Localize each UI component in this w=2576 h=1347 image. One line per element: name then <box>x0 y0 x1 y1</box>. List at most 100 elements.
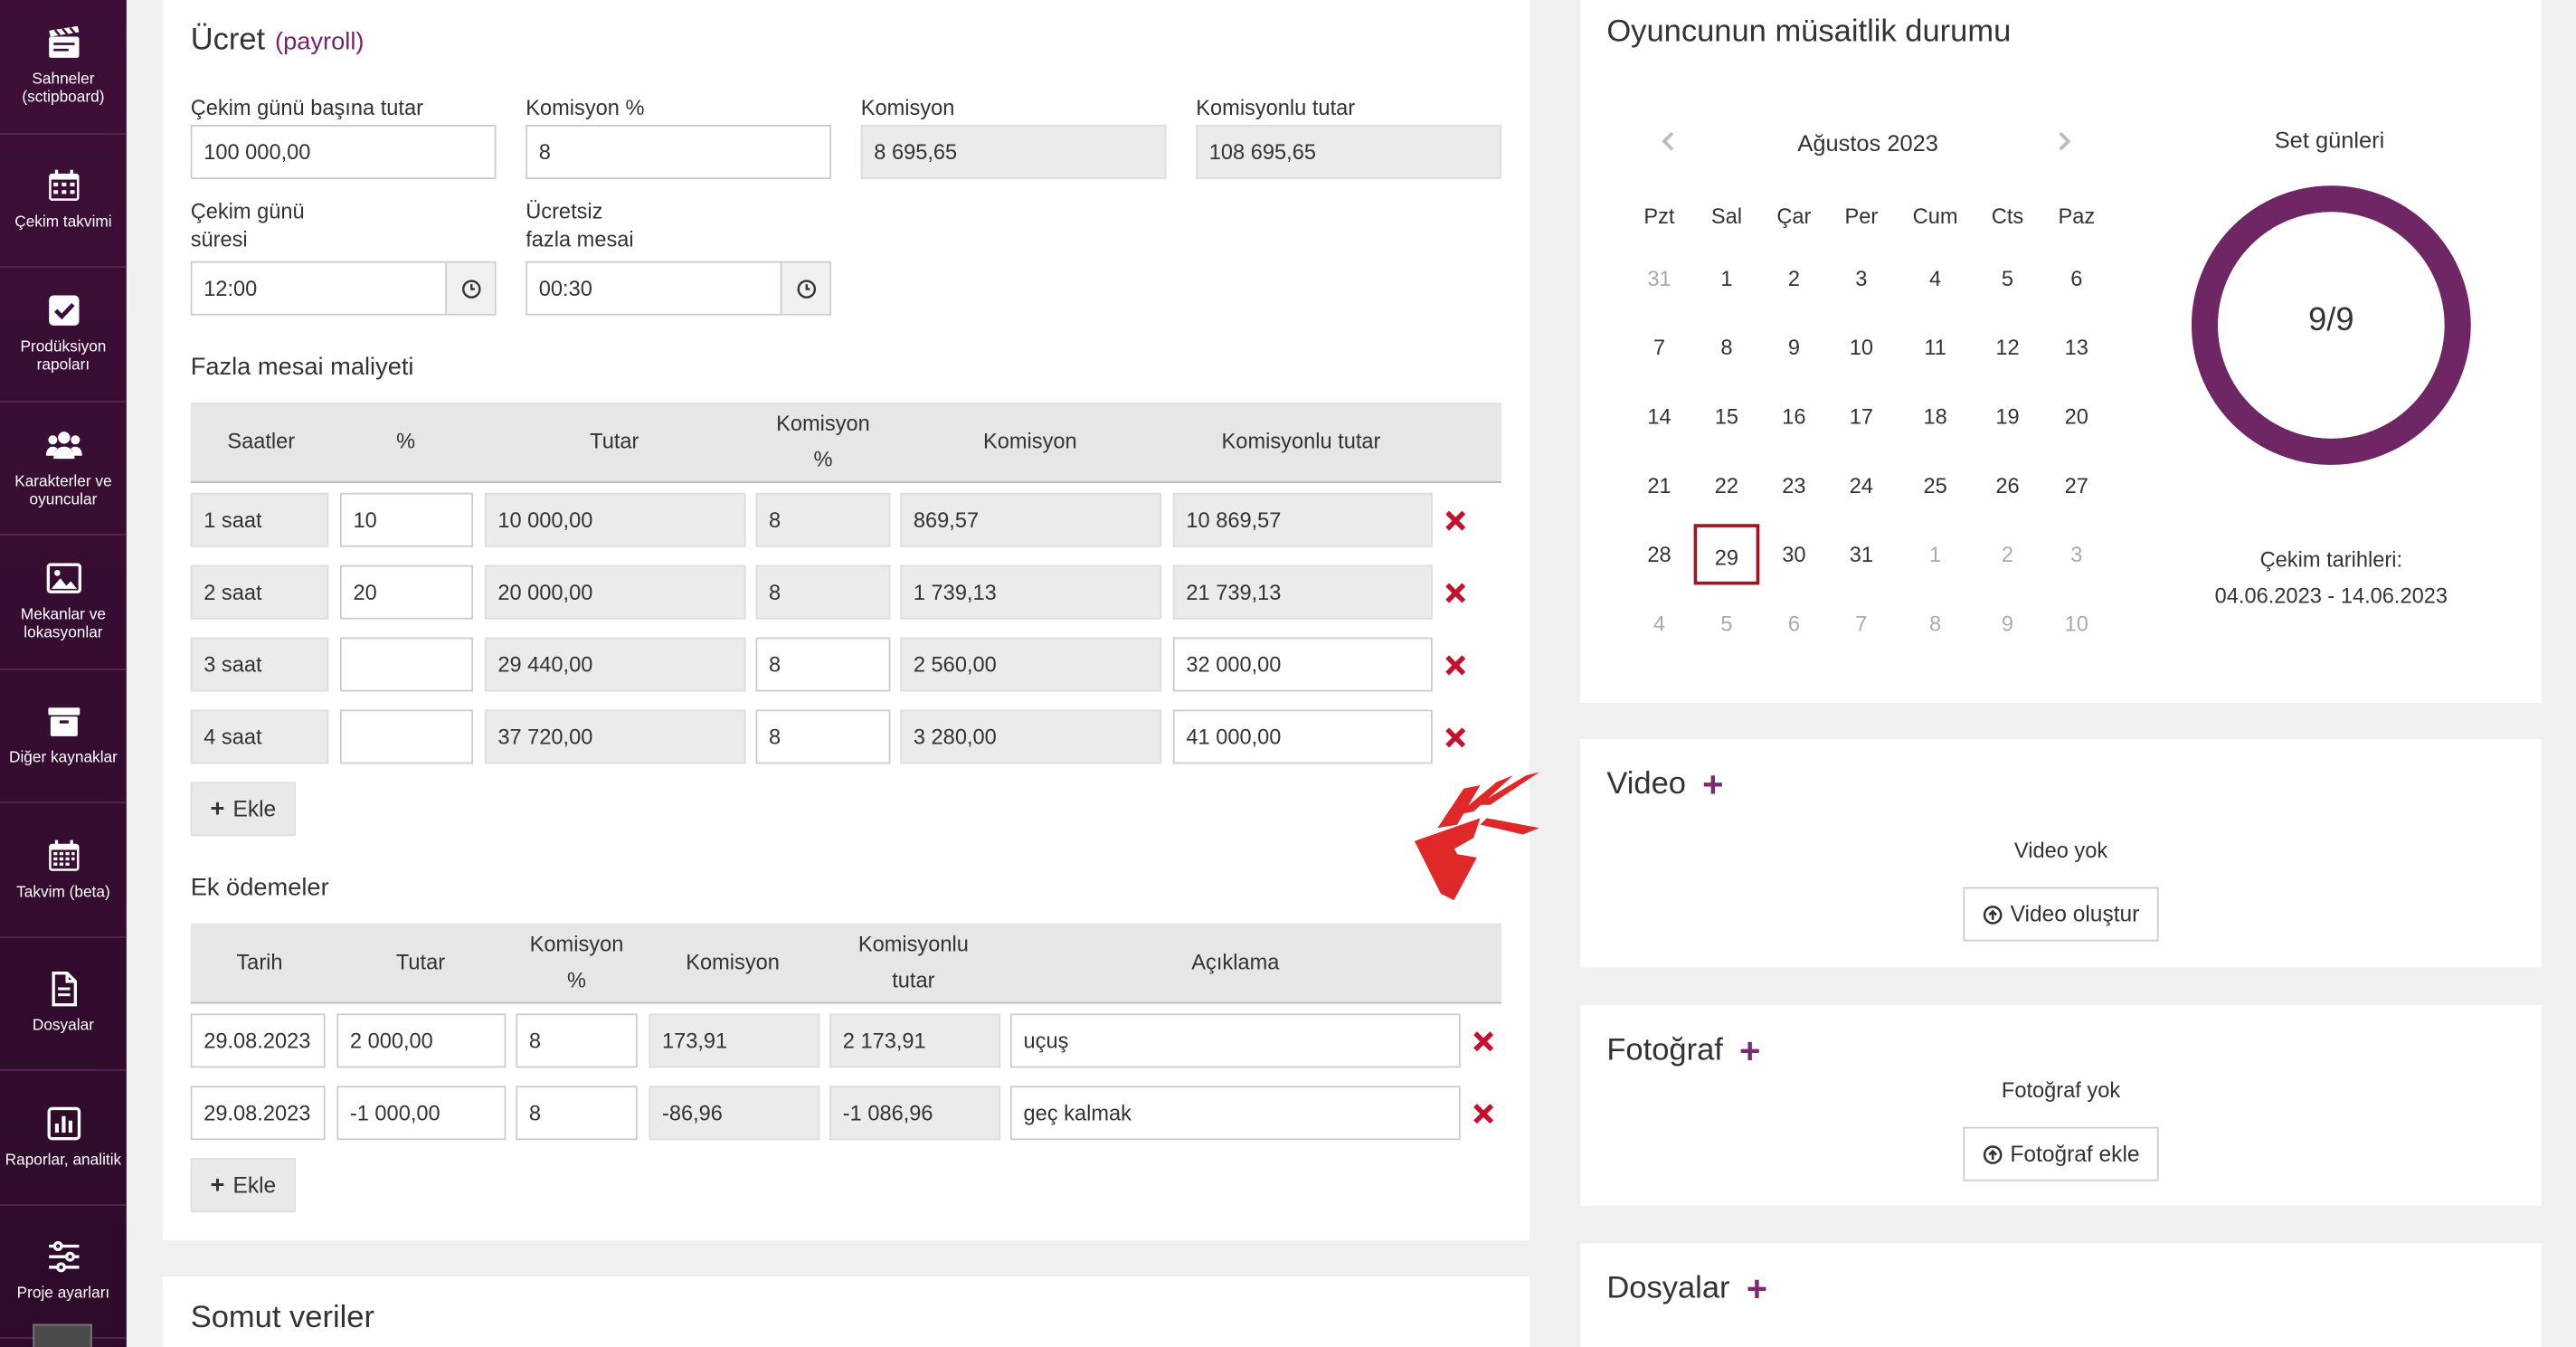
calendar-day[interactable]: 15 <box>1694 404 1760 429</box>
delete-icon[interactable] <box>1472 1102 1494 1124</box>
calendar-day[interactable]: 23 <box>1761 473 1827 498</box>
photo-header: Fotoğraf + <box>1606 1030 1760 1073</box>
add-file-icon[interactable]: + <box>1747 1268 1767 1311</box>
sidebar-item-files[interactable]: Dosyalar <box>0 937 127 1071</box>
add-photo-icon[interactable]: + <box>1739 1030 1760 1073</box>
clock-icon[interactable] <box>445 262 495 314</box>
calendar-day[interactable]: 24 <box>1829 473 1895 498</box>
th-commission: Komisyon <box>982 428 1077 454</box>
calendar-day[interactable]: 5 <box>1694 612 1760 636</box>
calendar-day[interactable]: 10 <box>1829 335 1895 359</box>
duration-input[interactable]: 12:00 <box>190 261 497 316</box>
calendar-day[interactable]: 31 <box>1829 542 1895 566</box>
calendar-day[interactable]: 5 <box>1975 266 2041 290</box>
commission-pct-input[interactable]: 8 <box>526 125 832 179</box>
ot-comm-pct-input[interactable]: 8 <box>755 709 891 764</box>
commission-field: 8 695,65 <box>860 125 1167 179</box>
calendar-day[interactable]: 16 <box>1761 404 1827 429</box>
calendar-day[interactable]: 7 <box>1626 335 1692 359</box>
calendar-day[interactable]: 21 <box>1626 473 1692 498</box>
calendar-day[interactable]: 6 <box>1761 612 1827 636</box>
calendar-day[interactable]: 14 <box>1626 404 1692 429</box>
sidebar-item-reports[interactable]: Raporlar, analitik <box>0 1071 127 1205</box>
clock-icon[interactable] <box>780 262 830 314</box>
ot-comm-pct-input[interactable]: 8 <box>755 637 891 692</box>
calendar-day[interactable]: 10 <box>2043 612 2109 636</box>
calendar-day[interactable]: 25 <box>1902 473 1968 498</box>
extra-date-input[interactable]: 29.08.2023 <box>190 1013 326 1068</box>
calendar-day[interactable]: 3 <box>1829 266 1895 290</box>
sidebar-item-other-resources[interactable]: Diğer kaynaklar <box>0 669 127 803</box>
calendar-day[interactable]: 17 <box>1829 404 1895 429</box>
chevron-left-icon[interactable] <box>1659 129 1679 152</box>
calendar-day[interactable]: 20 <box>2043 404 2109 429</box>
ot-total-input[interactable]: 32 000,00 <box>1172 637 1433 692</box>
ot-pct-input[interactable] <box>339 709 474 764</box>
calendar-day[interactable]: 27 <box>2043 473 2109 498</box>
calendar-day[interactable]: 8 <box>1694 335 1760 359</box>
calendar-day[interactable]: 1 <box>1902 542 1968 566</box>
calendar-day[interactable]: 4 <box>1626 612 1692 636</box>
extra-amount-input[interactable]: 2 000,00 <box>336 1013 507 1068</box>
th-total-line1: Komisyonlu <box>857 931 969 956</box>
ot-total: 21 739,13 <box>1172 564 1433 620</box>
delete-icon[interactable] <box>1472 1030 1494 1053</box>
calendar-day[interactable]: 4 <box>1902 266 1968 290</box>
calendar-day[interactable]: 13 <box>2043 335 2109 359</box>
sidebar-item-production-reports[interactable]: Prodüksiyon rapoları <box>0 268 127 402</box>
sidebar-item-scenes[interactable]: Sahneler (sctipboard) <box>0 0 127 134</box>
th-hours: Saatler <box>227 428 296 454</box>
calendar-day[interactable]: 8 <box>1902 612 1968 636</box>
calendar-day[interactable]: 22 <box>1694 473 1760 498</box>
calendar-day[interactable]: 2 <box>1975 542 2041 566</box>
calendar-day[interactable]: 6 <box>2043 266 2109 290</box>
sidebar-item-locations[interactable]: Mekanlar ve lokasyonlar <box>0 536 127 669</box>
extra-date-input[interactable]: 29.08.2023 <box>190 1086 326 1141</box>
sidebar-item-calendar-beta[interactable]: Takvim (beta) <box>0 803 127 937</box>
calendar-day[interactable]: 19 <box>1975 404 2041 429</box>
calendar-grid-icon <box>48 840 79 871</box>
calendar-day[interactable]: 26 <box>1975 473 2041 498</box>
chevron-right-icon[interactable] <box>2053 129 2073 152</box>
sidebar-item-characters[interactable]: Karakterler ve oyuncular <box>0 402 127 536</box>
extra-description-input[interactable]: geç kalmak <box>1010 1086 1461 1141</box>
add-extra-button[interactable]: + Ekle <box>190 1158 296 1213</box>
free-ot-input[interactable]: 00:30 <box>526 261 832 316</box>
sidebar-item-shooting-schedule[interactable]: Çekim takvimi <box>0 134 127 268</box>
extra-comm-pct-input[interactable]: 8 <box>516 1013 638 1068</box>
delete-icon[interactable] <box>1444 582 1467 604</box>
ot-pct-input[interactable] <box>339 637 474 692</box>
calendar-day[interactable]: 11 <box>1902 335 1968 359</box>
calendar-day[interactable]: 7 <box>1829 612 1895 636</box>
calendar-day[interactable]: 28 <box>1626 542 1692 566</box>
calendar-day[interactable]: 30 <box>1761 542 1827 566</box>
ot-commission: 3 280,00 <box>900 709 1162 764</box>
calendar-day[interactable]: 3 <box>2043 542 2109 566</box>
delete-icon[interactable] <box>1444 509 1467 532</box>
calendar-day[interactable]: 31 <box>1626 266 1692 290</box>
th-comm-pct-line1: Komisyon <box>529 931 624 956</box>
calendar-day[interactable]: 2 <box>1761 266 1827 290</box>
sidebar-footer-tab[interactable] <box>33 1323 92 1347</box>
calendar-day[interactable]: 12 <box>1975 335 2041 359</box>
calendar-day[interactable]: 1 <box>1694 266 1760 290</box>
create-video-button[interactable]: Video oluştur <box>1963 887 2159 942</box>
ot-pct-input[interactable]: 10 <box>339 492 474 547</box>
add-photo-button[interactable]: Fotoğraf ekle <box>1963 1126 2159 1181</box>
per-day-input[interactable]: 100 000,00 <box>190 125 497 179</box>
add-overtime-button[interactable]: + Ekle <box>190 782 296 837</box>
extra-comm-pct-input[interactable]: 8 <box>516 1086 638 1141</box>
ot-total-input[interactable]: 41 000,00 <box>1172 709 1433 764</box>
delete-icon[interactable] <box>1444 654 1467 677</box>
ot-pct-input[interactable]: 20 <box>339 564 474 620</box>
extra-table-header: Tarih Tutar Komisyon% Komisyon Komisyonl… <box>190 923 1502 1004</box>
calendar-day[interactable]: 18 <box>1902 404 1968 429</box>
extra-description-input[interactable]: uçuş <box>1010 1013 1461 1068</box>
add-video-icon[interactable]: + <box>1702 764 1723 806</box>
calendar-day[interactable]: 9 <box>1975 612 2041 636</box>
calendar-day[interactable]: 9 <box>1761 335 1827 359</box>
delete-icon[interactable] <box>1444 726 1467 749</box>
extra-amount-input[interactable]: -1 000,00 <box>336 1086 507 1141</box>
photo-panel: Fotoğraf + Fotoğraf yok Fotoğraf ekle <box>1580 1005 2542 1206</box>
sidebar-item-project-settings[interactable]: Proje ayarları <box>0 1205 127 1339</box>
